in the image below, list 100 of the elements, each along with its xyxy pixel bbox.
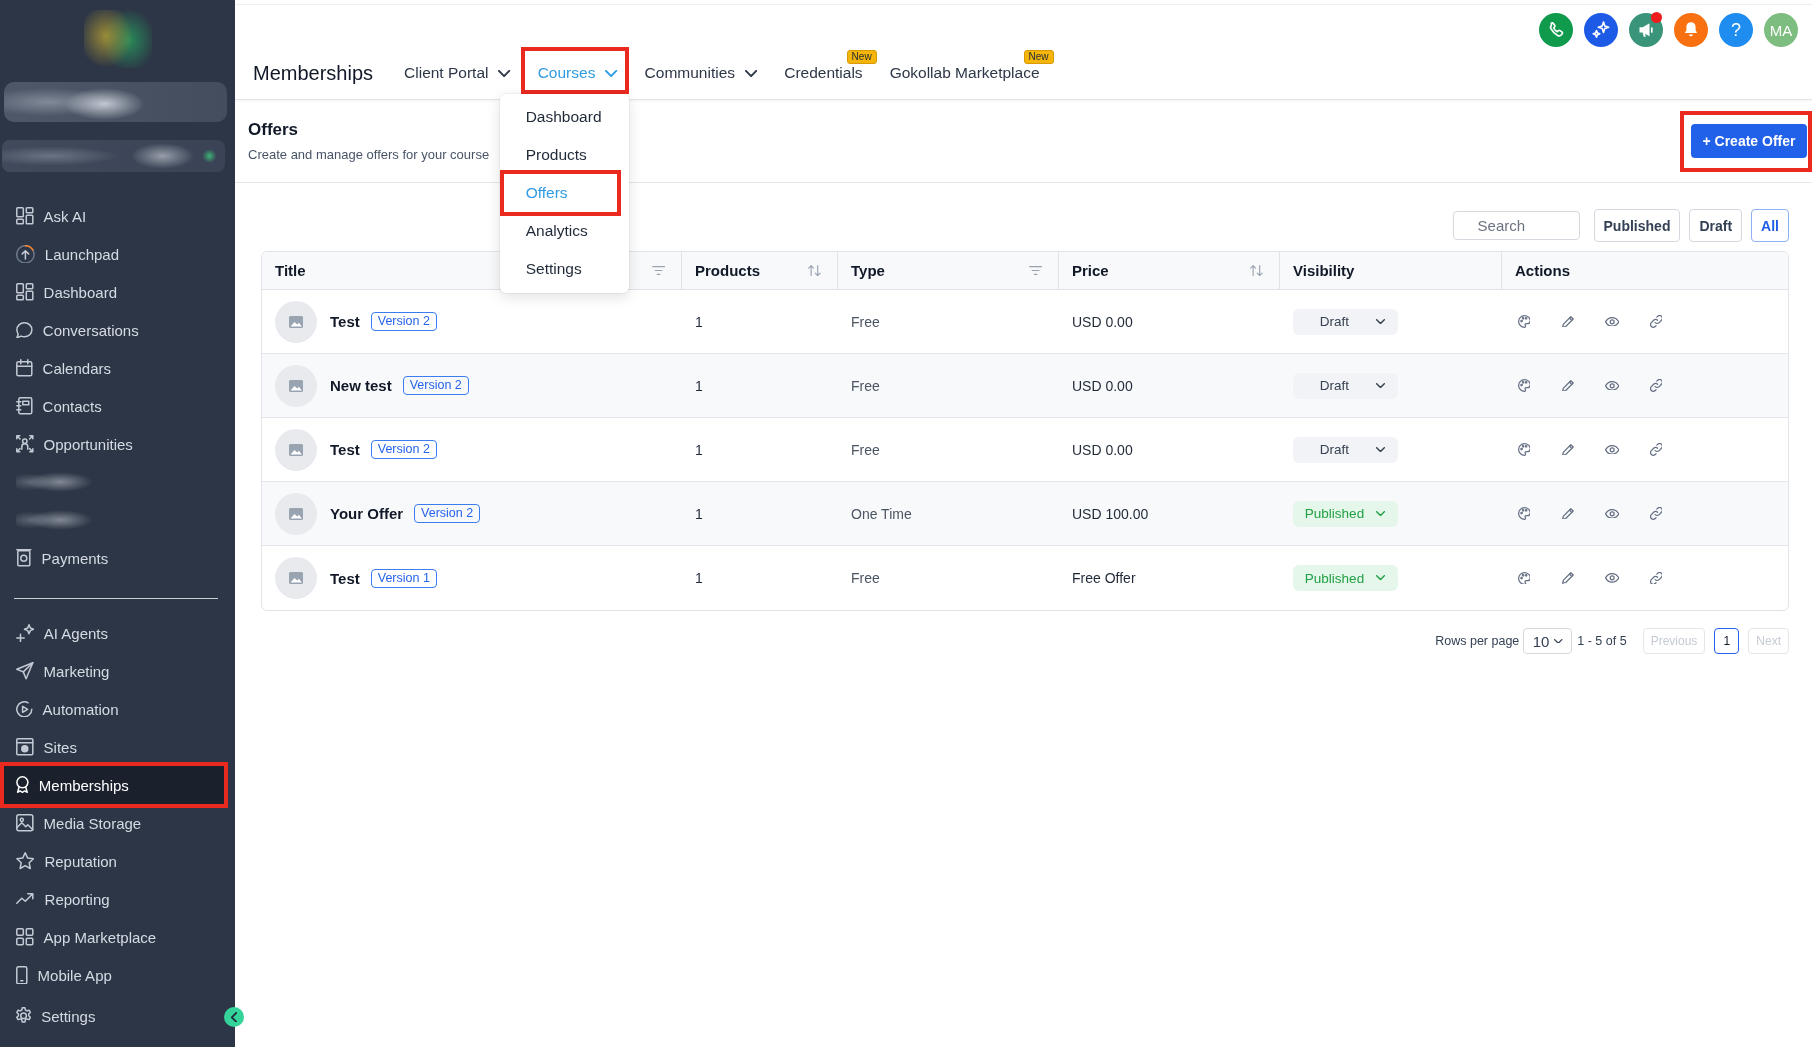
table-cell-text: USD 0.00 [1071, 312, 1134, 332]
column-header: Price [1072, 262, 1109, 279]
nav-tab[interactable]: Client Portal [404, 64, 511, 82]
version-badge: Version 2 [414, 504, 481, 523]
sidebar-item[interactable]: Automation [0, 690, 235, 728]
blurred-logo [83, 10, 152, 68]
table-cell-text: Free [850, 569, 881, 588]
pencil-icon[interactable] [1562, 443, 1574, 456]
sidebar-item[interactable]: Payments [0, 539, 235, 577]
filter-button[interactable]: All [1751, 209, 1789, 242]
link-icon[interactable] [1649, 571, 1663, 585]
sidebar-item[interactable]: Memberships [4, 766, 224, 804]
page-title: Offers [248, 119, 300, 140]
nav-tab[interactable]: Gokollab Marketplace [889, 64, 1040, 82]
sparkle-plus-icon [16, 623, 34, 643]
menu-item[interactable]: Dashboard [499, 98, 629, 136]
table-cell-text: USD 0.00 [1071, 440, 1134, 460]
image-placeholder-icon [275, 364, 317, 407]
trend-line-icon [16, 893, 35, 905]
bell-icon[interactable] [1674, 13, 1708, 47]
rows-per-page-select[interactable]: 10 [1523, 628, 1573, 654]
eye-icon[interactable] [1604, 380, 1620, 391]
column-header: Products [695, 262, 760, 279]
chevron-down-icon [605, 69, 618, 77]
sort-icon[interactable] [1250, 264, 1263, 277]
table-cell-text: 1 [694, 504, 704, 524]
menu-item[interactable]: Analytics [499, 212, 629, 250]
link-icon[interactable] [1649, 315, 1663, 328]
table-cell-text: 1 [694, 569, 704, 588]
sidebar-item[interactable]: Opportunities [0, 425, 235, 463]
link-icon[interactable] [1649, 443, 1663, 456]
menu-item[interactable]: Products [499, 136, 629, 174]
nav-tab[interactable]: Credentials [784, 64, 863, 82]
pencil-icon[interactable] [1562, 379, 1574, 392]
sparkles-icon[interactable] [1584, 13, 1618, 47]
menu-item[interactable]: Settings [499, 250, 629, 288]
phone-icon[interactable] [1539, 13, 1573, 47]
column-header: Type [851, 262, 885, 279]
page-button[interactable]: 1 [1714, 628, 1740, 654]
offer-title: New test [330, 377, 392, 394]
image-placeholder-icon [275, 492, 317, 535]
filter-button[interactable]: Published [1593, 209, 1681, 242]
visibility-dropdown[interactable]: Draft [1293, 372, 1398, 399]
sidebar-item[interactable]: Reputation [0, 842, 235, 880]
sidebar-item[interactable]: Marketing [0, 652, 235, 690]
sidebar-item[interactable]: Launchpad [0, 235, 235, 273]
pencil-icon[interactable] [1562, 507, 1574, 520]
sidebar-item[interactable]: Contacts [0, 387, 235, 425]
sidebar-item[interactable]: Conversations [0, 311, 235, 349]
image-placeholder-icon [275, 557, 317, 599]
palette-icon[interactable] [1517, 571, 1531, 585]
palette-icon[interactable] [1517, 507, 1531, 520]
filter-icon[interactable] [651, 266, 665, 275]
search-field[interactable]: Search [1452, 211, 1580, 240]
sidebar-item[interactable]: Mobile App [0, 956, 235, 994]
image-icon [16, 814, 34, 832]
create-offer-button[interactable]: + Create Offer [1691, 123, 1807, 158]
sidebar-item[interactable]: AI Agents [0, 614, 235, 652]
palette-icon[interactable] [1517, 379, 1531, 392]
filter-button[interactable]: Draft [1689, 209, 1743, 242]
sidebar-item[interactable]: Reporting [0, 880, 235, 918]
filter-icon[interactable] [1028, 266, 1042, 275]
table-cell-text: One Time [850, 504, 913, 524]
sidebar-item[interactable]: Sites [0, 728, 235, 766]
version-badge: Version 1 [370, 568, 437, 588]
rows-per-page-label: Rows per page [1435, 634, 1520, 648]
sidebar-item[interactable]: Media Storage [0, 804, 235, 842]
sort-icon[interactable] [808, 264, 821, 277]
collapse-sidebar-button[interactable] [224, 1007, 244, 1027]
pencil-icon[interactable] [1562, 572, 1574, 584]
version-badge: Version 2 [370, 312, 437, 331]
sidebar-item[interactable]: Calendars [0, 349, 235, 387]
offer-title: Test [330, 569, 360, 587]
sidebar-item[interactable]: Settings [0, 997, 219, 1035]
link-icon[interactable] [1649, 379, 1663, 392]
visibility-dropdown[interactable]: Draft [1293, 436, 1398, 463]
column-header: Title [275, 262, 306, 279]
palette-icon[interactable] [1517, 443, 1531, 456]
link-icon[interactable] [1649, 507, 1663, 520]
sidebar-item[interactable]: Dashboard [0, 273, 235, 311]
megaphone-icon[interactable] [1629, 13, 1663, 47]
visibility-dropdown[interactable]: Draft [1293, 308, 1398, 335]
pencil-icon[interactable] [1562, 315, 1574, 328]
sidebar-item[interactable]: App Marketplace [0, 918, 235, 956]
sidebar-item[interactable]: Ask AI [0, 197, 235, 235]
eye-icon[interactable] [1604, 508, 1620, 519]
offer-title: Your Offer [330, 505, 404, 522]
eye-icon[interactable] [1604, 316, 1620, 327]
eye-icon[interactable] [1604, 573, 1620, 583]
paper-plane-icon [16, 662, 34, 680]
column-header: Visibility [1293, 262, 1355, 279]
chevron-down-icon [1554, 638, 1563, 644]
nav-tab[interactable]: Communities [644, 64, 758, 82]
chevron-down-icon [1376, 318, 1385, 325]
mobile-phone-icon [16, 965, 28, 985]
table-cell-text: USD 0.00 [1071, 376, 1134, 396]
address-book-icon [16, 397, 33, 415]
eye-icon[interactable] [1604, 444, 1620, 455]
version-badge: Version 2 [370, 440, 437, 459]
palette-icon[interactable] [1517, 315, 1531, 328]
